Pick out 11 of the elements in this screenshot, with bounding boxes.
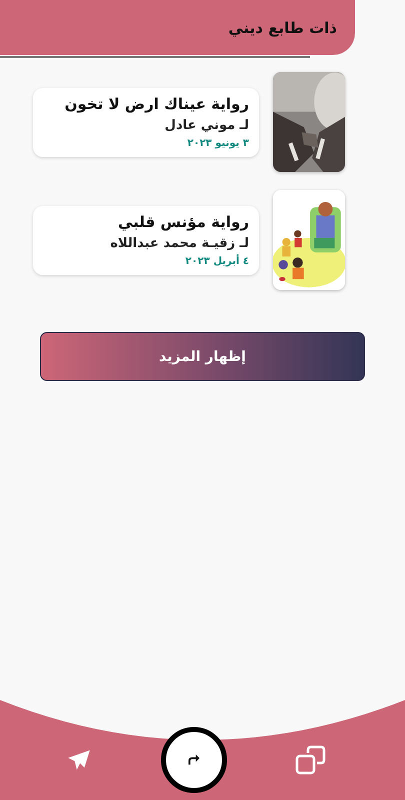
book-date: ٤ أبريل ٢٠٢٣ [185, 256, 249, 266]
book-date: ٣ يونيو ٢٠٢٣ [187, 138, 249, 148]
book-title: رواية عيناك ارض لا تخون [64, 94, 249, 112]
show-more-button[interactable]: إظهار المزيد [40, 332, 365, 381]
section-title: ذات طابع ديني [228, 18, 337, 36]
copy-icon[interactable] [295, 744, 327, 776]
book-card[interactable]: رواية عيناك ارض لا تخون لـ موني عادل ٣ يونيو ٢٠٢٣ [33, 88, 259, 156]
book-author: لـ زقيـة محمد عبداللاه [110, 236, 249, 250]
book-card[interactable]: رواية مؤنس قلبي لـ زقيـة محمد عبداللاه ٤ أبريل ٢٠٢٣ [33, 206, 259, 274]
book-author: لـ موني عادل [164, 118, 249, 132]
book-title: رواية مؤنس قلبي [118, 212, 249, 230]
